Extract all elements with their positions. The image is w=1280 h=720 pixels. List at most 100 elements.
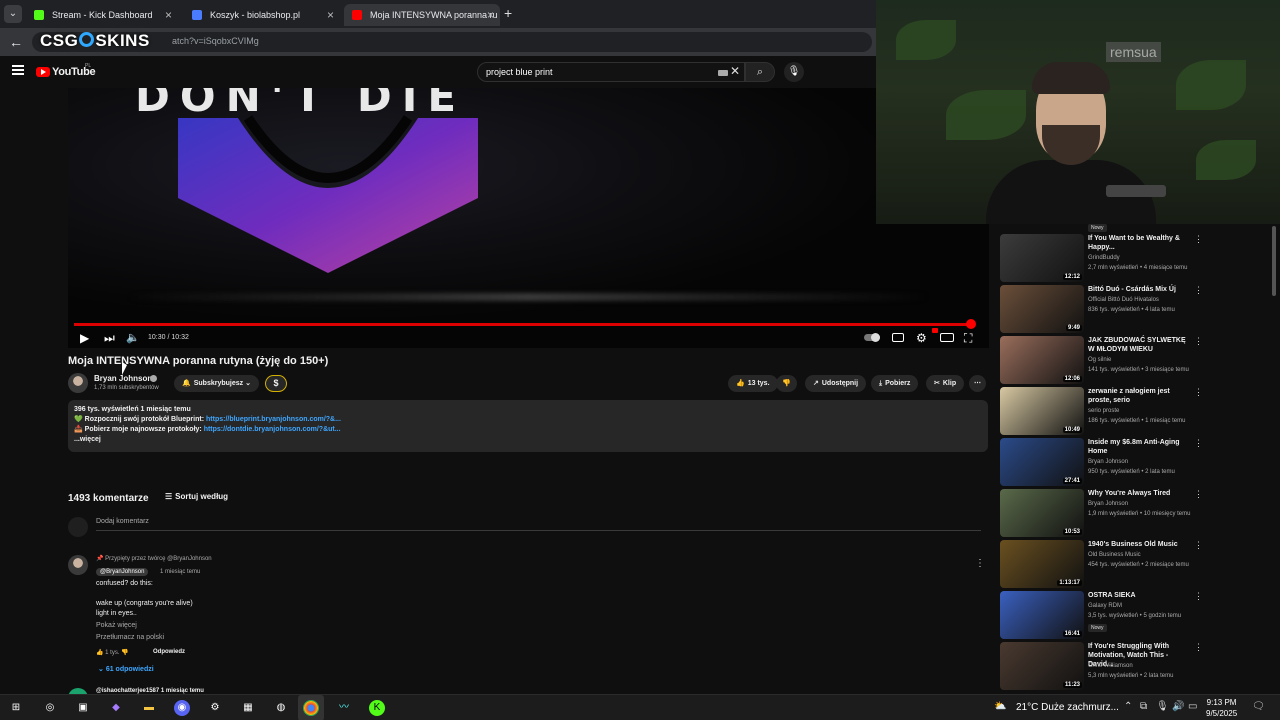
next-icon[interactable]: ⏭ bbox=[104, 331, 115, 346]
video-thumbnail[interactable]: 16:41 bbox=[1000, 591, 1084, 639]
video-thumbnail[interactable]: 10:49 bbox=[1000, 387, 1084, 435]
weather-text[interactable]: 21°C Duże zachmurz... bbox=[1016, 702, 1119, 713]
theater-mode-icon[interactable] bbox=[940, 333, 954, 342]
folder-icon[interactable]: ▬ bbox=[141, 700, 157, 716]
clip-button[interactable]: ✂ Klip bbox=[926, 375, 965, 392]
video-thumbnail[interactable]: 12:06 bbox=[1000, 336, 1084, 384]
weather-icon[interactable]: ⛅ bbox=[994, 701, 1006, 712]
chevron-up-icon[interactable]: ⌃ bbox=[1124, 701, 1132, 712]
volume-icon[interactable]: 🔊 bbox=[1172, 701, 1184, 712]
chrome-icon[interactable] bbox=[303, 700, 319, 716]
video-thumbnail[interactable]: 12:12 bbox=[1000, 234, 1084, 282]
recommendation-channel[interactable]: GrindBuddy bbox=[1088, 255, 1120, 261]
channel-avatar[interactable] bbox=[68, 373, 88, 393]
recommendation-menu-icon[interactable]: ⋮ bbox=[1194, 438, 1203, 449]
app-icon[interactable]: ◍ bbox=[273, 700, 289, 716]
recommendation-menu-icon[interactable]: ⋮ bbox=[1194, 642, 1203, 653]
video-thumbnail[interactable]: 10:53 bbox=[1000, 489, 1084, 537]
crystal-icon[interactable]: ◆ bbox=[108, 700, 124, 716]
volume-icon[interactable]: 🔈 bbox=[126, 331, 140, 344]
battery-icon[interactable]: ▭ bbox=[1188, 701, 1197, 712]
play-icon[interactable]: ▶ bbox=[80, 331, 89, 345]
recommendation-title[interactable]: If You Want to be Wealthy & Happy... bbox=[1088, 234, 1193, 252]
comment-author-avatar[interactable] bbox=[68, 555, 88, 575]
recommendation-channel[interactable]: Bryan Johnson bbox=[1088, 459, 1128, 465]
keyboard-icon[interactable] bbox=[718, 70, 728, 76]
dontdie-link[interactable]: https://dontdie.bryanjohnson.com/?&ut... bbox=[204, 426, 341, 433]
recommendation-item[interactable]: 16:41 OSTRA SIEKA Galaxy RDM 3,5 tys. wyświ… bbox=[1000, 591, 1270, 641]
recommendation-channel[interactable]: Official Bittó Duó Hivatalos bbox=[1088, 297, 1159, 303]
settings-gear-icon[interactable]: ⚙ bbox=[916, 331, 927, 345]
add-comment-input[interactable]: Dodaj komentarz bbox=[96, 518, 149, 525]
recommendation-item[interactable]: 12:06 JAK ZBUDOWAĆ SYLWETKĘ W MŁODYM WIEK… bbox=[1000, 336, 1270, 386]
waveform-icon[interactable]: 〰 bbox=[336, 700, 352, 716]
video-thumbnail[interactable]: 9:49 bbox=[1000, 285, 1084, 333]
comment-show-more[interactable]: Pokaż więcej bbox=[96, 622, 137, 629]
obs-icon[interactable]: ◎ bbox=[42, 700, 58, 716]
recommendation-item[interactable]: 10:49 zerwanie z nałogiem jest proste, se… bbox=[1000, 387, 1270, 437]
search-button[interactable]: ⌕ bbox=[745, 62, 775, 82]
recommendation-title[interactable]: Inside my $6.8m Anti-Aging Home bbox=[1088, 438, 1193, 456]
download-button[interactable]: ⤓ Pobierz bbox=[871, 375, 919, 392]
recommendation-channel[interactable]: serio proste bbox=[1088, 408, 1119, 414]
more-actions-button[interactable]: ⋯ bbox=[969, 375, 986, 392]
blueprint-link[interactable]: https://blueprint.bryanjohnson.com/?&... bbox=[206, 416, 341, 423]
recommendation-item[interactable]: 1:13:17 1940's Business Old Music Old Busi… bbox=[1000, 540, 1270, 590]
recommendation-menu-icon[interactable]: ⋮ bbox=[1194, 285, 1203, 296]
recommendation-title[interactable]: OSTRA SIEKA bbox=[1088, 591, 1193, 600]
scrollbar-thumb[interactable] bbox=[1272, 226, 1276, 296]
back-arrow-icon[interactable]: ← bbox=[9, 34, 23, 50]
like-button[interactable]: 👍 13 tys. bbox=[728, 375, 778, 392]
recommendation-menu-icon[interactable]: ⋮ bbox=[1194, 540, 1203, 551]
recommendation-item[interactable]: 9:49 Bittó Duó - Csárdás Mix Új Official B… bbox=[1000, 285, 1270, 335]
video-thumbnail[interactable]: 1:13:17 bbox=[1000, 540, 1084, 588]
microphone-icon[interactable]: 🎙 bbox=[1156, 701, 1169, 712]
comment-author[interactable]: @BryanJohnson bbox=[96, 568, 149, 576]
translate-link[interactable]: Przetłumacz na polski bbox=[96, 634, 164, 641]
reply-button[interactable]: Odpowiedz bbox=[153, 649, 185, 655]
show-more-link[interactable]: ...więcej bbox=[74, 435, 982, 445]
thanks-button[interactable]: $ bbox=[265, 375, 287, 392]
description-box[interactable]: 396 tys. wyświetleń 1 miesiąc temu 💚 Roz… bbox=[68, 400, 988, 452]
recommendation-menu-icon[interactable]: ⋮ bbox=[1194, 387, 1203, 398]
comment-like[interactable]: 👍 1 tys. 👎 bbox=[96, 649, 129, 656]
network-icon[interactable]: ⧉ bbox=[1140, 701, 1147, 712]
discord-icon[interactable]: ◉ bbox=[174, 700, 190, 716]
windows-start-icon[interactable]: ⊞ bbox=[8, 700, 24, 716]
recommendation-item[interactable]: 11:23 If You're Struggling With Motivatio… bbox=[1000, 642, 1270, 692]
recommendation-title[interactable]: Bittó Duó - Csárdás Mix Új bbox=[1088, 285, 1193, 294]
sort-button[interactable]: ☰ Sortuj według bbox=[165, 492, 228, 501]
subtitles-icon[interactable] bbox=[892, 333, 904, 342]
recommendation-title[interactable]: Why You're Always Tired bbox=[1088, 489, 1193, 498]
recommendation-channel[interactable]: Bryan Johnson bbox=[1088, 501, 1128, 507]
tab-biolabshop[interactable]: Koszyk - biolabshop.pl × bbox=[184, 4, 340, 26]
recommendation-channel[interactable]: Old Business Music bbox=[1088, 552, 1141, 558]
video-thumbnail[interactable]: 27:41 bbox=[1000, 438, 1084, 486]
kick-app-icon[interactable]: K bbox=[369, 700, 385, 716]
recommendation-item[interactable]: 10:53 Why You're Always Tired Bryan Johnso… bbox=[1000, 489, 1270, 539]
close-tab-icon[interactable]: × bbox=[327, 4, 334, 26]
close-tab-icon[interactable]: × bbox=[165, 4, 172, 26]
recommendation-item[interactable]: 27:41 Inside my $6.8m Anti-Aging Home Brya… bbox=[1000, 438, 1270, 488]
system-clock[interactable]: 9:13 PM 9/5/2025 bbox=[1206, 697, 1237, 719]
recommendation-channel[interactable]: Og silnie bbox=[1088, 357, 1111, 363]
recommendation-item[interactable]: 12:12 If You Want to be Wealthy & Happy..… bbox=[1000, 234, 1270, 284]
calendar-icon[interactable]: ▦ bbox=[240, 700, 256, 716]
autoplay-toggle[interactable] bbox=[864, 333, 880, 342]
share-button[interactable]: ↗ Udostępnij bbox=[805, 375, 867, 392]
url-field[interactable]: atch?v=iSqobxCVIMg bbox=[32, 32, 872, 52]
channel-name[interactable]: Bryan Johnson bbox=[94, 374, 152, 383]
video-thumbnail[interactable]: 11:23 bbox=[1000, 642, 1084, 690]
progress-scrubber[interactable] bbox=[966, 319, 976, 329]
comment-menu-icon[interactable]: ⋮ bbox=[975, 558, 985, 569]
comment-time[interactable]: 1 miesiąc temu bbox=[160, 569, 200, 575]
tab-search-icon[interactable]: ⌄ bbox=[4, 5, 22, 23]
recommendation-menu-icon[interactable]: ⋮ bbox=[1194, 234, 1203, 245]
video-player[interactable]: DON'T DIE ▶ ⏭ 🔈 10:30 / 10:32 ⚙ ⛶ bbox=[68, 88, 989, 348]
thumbs-down-icon[interactable]: 👎 bbox=[121, 650, 128, 656]
recommendation-channel[interactable]: Galaxy RDM bbox=[1088, 603, 1122, 609]
tab-youtube-video[interactable]: Moja INTENSYWNA poranna ru × bbox=[344, 4, 500, 26]
replies-toggle[interactable]: ⌄ 61 odpowiedzi bbox=[98, 665, 154, 673]
dislike-button[interactable]: 👎 bbox=[776, 375, 797, 392]
search-input[interactable]: project blue print ✕ bbox=[477, 62, 745, 82]
